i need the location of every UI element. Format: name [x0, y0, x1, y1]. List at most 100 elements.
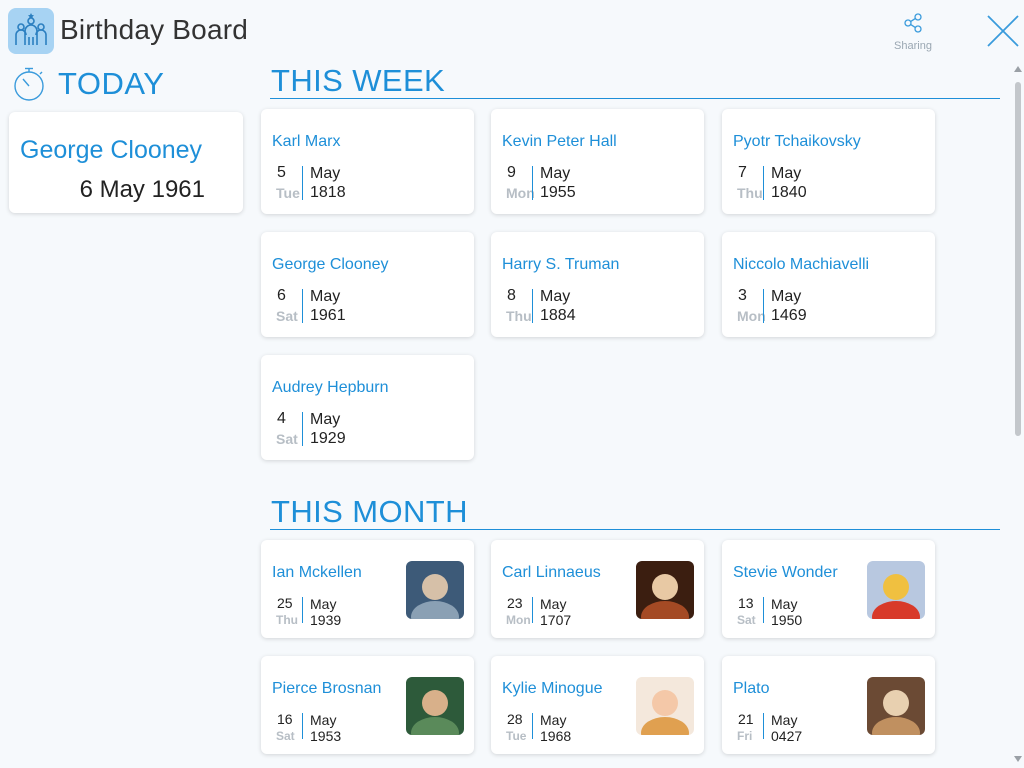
birth-month: May — [771, 288, 802, 305]
person-photo — [636, 561, 694, 619]
birthday-card[interactable]: Ian Mckellen 25 Thu May 1939 — [261, 540, 474, 638]
date-divider — [302, 597, 303, 623]
person-name: Ian Mckellen — [272, 564, 362, 581]
birth-month: May — [540, 596, 567, 612]
date-divider — [302, 289, 303, 323]
birthday-card[interactable]: Harry S. Truman 8 Thu May 1884 — [491, 232, 704, 337]
birthday-card[interactable]: Audrey Hepburn 4 Sat May 1929 — [261, 355, 474, 460]
birth-month: May — [310, 288, 341, 305]
birth-day: 25 — [277, 595, 293, 611]
date-divider — [302, 166, 303, 200]
birth-day: 28 — [507, 711, 523, 727]
person-photo — [867, 561, 925, 619]
person-name: Niccolo Machiavelli — [733, 256, 870, 273]
birth-weekday: Tue — [506, 729, 527, 743]
person-name: Pierce Brosnan — [272, 680, 382, 697]
birthday-card[interactable]: Niccolo Machiavelli 3 Mon May 1469 — [722, 232, 935, 337]
birth-day: 16 — [277, 711, 293, 727]
date-divider — [763, 166, 764, 200]
birth-weekday: Sat — [737, 613, 756, 627]
birth-month: May — [310, 596, 337, 612]
stopwatch-icon — [14, 67, 44, 101]
vertical-scrollbar[interactable] — [1013, 66, 1022, 766]
birth-day: 23 — [507, 595, 523, 611]
birth-year: 1469 — [771, 307, 807, 324]
birth-weekday: Sat — [276, 308, 298, 324]
person-name: Plato — [733, 680, 770, 697]
app-logo-icon — [8, 8, 54, 54]
birth-year: 1818 — [310, 184, 346, 201]
birth-day: 5 — [277, 164, 286, 181]
close-button[interactable] — [984, 12, 1022, 50]
date-divider — [532, 289, 533, 323]
birth-weekday: Mon — [506, 185, 535, 201]
today-person-name: George Clooney — [20, 136, 203, 164]
birthday-card[interactable]: George Clooney 6 Sat May 1961 — [261, 232, 474, 337]
birth-year: 1955 — [540, 184, 576, 201]
birthday-card[interactable]: Kylie Minogue 28 Tue May 1968 — [491, 656, 704, 754]
birthday-card[interactable]: Karl Marx 5 Tue May 1818 — [261, 109, 474, 214]
this-month-header: THIS MONTH — [270, 494, 1000, 530]
birth-year: 1939 — [310, 612, 342, 628]
birthday-card[interactable]: Kevin Peter Hall 9 Mon May 1955 — [491, 109, 704, 214]
birth-weekday: Sat — [276, 431, 298, 447]
birth-year: 1884 — [540, 307, 576, 324]
birth-month: May — [771, 165, 802, 182]
birth-weekday: Fri — [737, 729, 753, 743]
today-birth-date: 6 May 1961 — [79, 176, 205, 203]
birth-weekday: Thu — [737, 185, 763, 201]
person-name: Audrey Hepburn — [272, 379, 389, 396]
scroll-up-arrow-icon[interactable] — [1014, 66, 1022, 72]
birth-year: 0427 — [771, 728, 803, 744]
date-divider — [763, 289, 764, 323]
date-divider — [532, 166, 533, 200]
birth-weekday: Thu — [506, 308, 532, 324]
person-name: George Clooney — [272, 256, 389, 273]
birthday-card[interactable]: Pierce Brosnan 16 Sat May 1953 — [261, 656, 474, 754]
person-photo — [636, 677, 694, 735]
person-name: Kevin Peter Hall — [502, 133, 617, 150]
date-divider — [532, 713, 533, 739]
birth-weekday: Sat — [276, 729, 295, 743]
person-photo — [406, 677, 464, 735]
birth-day: 8 — [507, 287, 516, 304]
birth-year: 1707 — [540, 612, 572, 628]
birth-weekday: Mon — [737, 308, 766, 324]
birthday-card[interactable]: Carl Linnaeus 23 Mon May 1707 — [491, 540, 704, 638]
birth-year: 1840 — [771, 184, 807, 201]
birth-month: May — [310, 712, 337, 728]
person-name: Harry S. Truman — [502, 256, 620, 273]
this-week-header: THIS WEEK — [270, 63, 1000, 99]
birth-year: 1968 — [540, 728, 572, 744]
person-photo — [406, 561, 464, 619]
birth-month: May — [771, 596, 798, 612]
birth-day: 6 — [277, 287, 286, 304]
close-icon — [987, 15, 1019, 47]
birthday-card[interactable]: Plato 21 Fri May 0427 — [722, 656, 935, 754]
sharing-button[interactable]: Sharing — [890, 12, 936, 52]
birth-day: 9 — [507, 164, 516, 181]
date-divider — [532, 597, 533, 623]
today-header: TODAY — [12, 64, 164, 104]
birthday-card[interactable]: Stevie Wonder 13 Sat May 1950 — [722, 540, 935, 638]
sharing-label: Sharing — [894, 40, 932, 52]
birth-weekday: Thu — [276, 613, 298, 627]
birth-year: 1953 — [310, 728, 342, 744]
birth-year: 1961 — [310, 307, 346, 324]
share-icon — [904, 13, 922, 33]
date-divider — [302, 412, 303, 446]
person-name: Carl Linnaeus — [502, 564, 601, 581]
birth-month: May — [540, 712, 567, 728]
birth-month: May — [310, 165, 341, 182]
birthday-card[interactable]: Pyotr Tchaikovsky 7 Thu May 1840 — [722, 109, 935, 214]
scroll-down-arrow-icon[interactable] — [1014, 756, 1022, 762]
this-month-heading: THIS MONTH — [271, 494, 468, 529]
app-title: Birthday Board — [60, 14, 249, 45]
today-birthday-card[interactable]: George Clooney 6 May 1961 — [9, 112, 243, 213]
birth-month: May — [540, 165, 571, 182]
scrollbar-thumb[interactable] — [1015, 82, 1021, 436]
date-divider — [302, 713, 303, 739]
person-name: Kylie Minogue — [502, 680, 603, 697]
birth-day: 13 — [738, 595, 754, 611]
birth-day: 7 — [738, 164, 747, 181]
